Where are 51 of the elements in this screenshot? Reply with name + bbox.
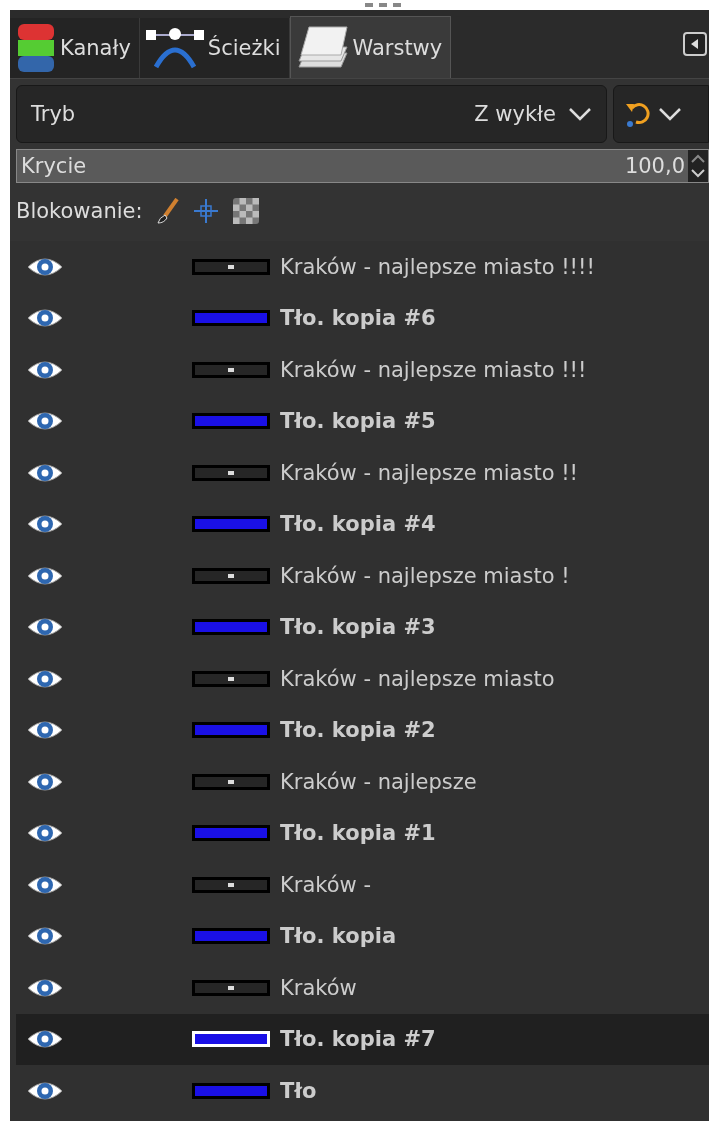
tab[interactable]: Ścieżki xyxy=(139,18,290,78)
checkerboard-icon[interactable] xyxy=(232,198,259,224)
layer-name: Tło. kopia #4 xyxy=(280,512,436,537)
layer-row[interactable]: Tło xyxy=(10,1065,709,1117)
layer-row[interactable]: Kraków - najlepsze miasto xyxy=(10,653,709,705)
layer-name: Tło. kopia xyxy=(280,924,397,949)
chevron-icon xyxy=(658,107,682,121)
layer-name: Tło. kopia #3 xyxy=(280,615,436,640)
layer-name: Kraków - najlepsze miasto !!! xyxy=(280,357,587,382)
paintbrush-icon[interactable] xyxy=(156,198,179,224)
layer-row[interactable]: Tło. kopia #5 xyxy=(10,395,709,447)
layer-name: Tło xyxy=(280,1078,317,1103)
layer-name: Tło. kopia #5 xyxy=(280,409,436,434)
layer-name: Kraków - xyxy=(280,872,371,897)
layer-name: Tło. kopia #2 xyxy=(280,718,436,743)
layer-row[interactable]: Kraków - najlepsze miasto ! xyxy=(10,550,709,602)
layer-row[interactable]: Tło. kopia #1 xyxy=(10,807,709,859)
layer-row[interactable]: Kraków - najlepsze miasto !!!! xyxy=(10,241,709,293)
layer-row[interactable]: Tło. kopia #2 xyxy=(10,704,709,756)
grip-icon[interactable] xyxy=(365,1,401,9)
layer-row[interactable]: Tło. kopia #7 xyxy=(16,1013,709,1065)
layer-name: Kraków - najlepsze miasto xyxy=(280,666,555,691)
move-icon[interactable] xyxy=(192,198,219,224)
layer-row[interactable]: Tło. kopia #4 xyxy=(10,498,709,550)
layer-name: Kraków - najlepsze miasto ! xyxy=(280,563,570,588)
layer-row[interactable]: Tło. kopia #6 xyxy=(10,292,709,344)
layer-row[interactable]: Kraków - xyxy=(10,859,709,911)
layer-row[interactable]: Kraków - najlepsze miasto !! xyxy=(10,447,709,499)
layer-row[interactable]: Tło. kopia xyxy=(10,910,709,962)
tab[interactable]: Kanały xyxy=(10,18,140,78)
lock-label: Blokowanie: xyxy=(16,199,143,223)
mode-dropdown[interactable]: Tryb Z wykłe xyxy=(16,85,607,143)
layer-name: Kraków xyxy=(280,975,357,1000)
layer-name: Tło. kopia #1 xyxy=(280,821,436,846)
layer-name: Kraków - najlepsze xyxy=(280,769,477,794)
layer-row[interactable]: Tło. kopia #3 xyxy=(10,601,709,653)
opacity-field[interactable]: Krycie 100,0 xyxy=(16,149,709,183)
layer-row[interactable]: Kraków xyxy=(10,962,709,1014)
layer-name: Kraków - najlepsze miasto !! xyxy=(280,460,578,485)
layer-row[interactable]: Kraków - najlepsze xyxy=(10,756,709,808)
layer-name: Kraków - najlepsze miasto !!!! xyxy=(280,254,595,279)
channels-icon xyxy=(16,22,56,74)
layer-name: Tło. kopia #6 xyxy=(280,306,436,331)
layer-name: Tło. kopia #7 xyxy=(280,1027,436,1052)
layer-row[interactable]: Kraków - najlepsze miasto !!! xyxy=(10,344,709,396)
path-icon xyxy=(145,25,204,71)
undo-icon xyxy=(624,100,650,128)
panel-menu-icon[interactable] xyxy=(683,32,707,56)
tab[interactable]: Warstwy xyxy=(289,16,452,78)
chevron-icon xyxy=(568,107,592,121)
reset-dropdown[interactable] xyxy=(613,85,709,143)
